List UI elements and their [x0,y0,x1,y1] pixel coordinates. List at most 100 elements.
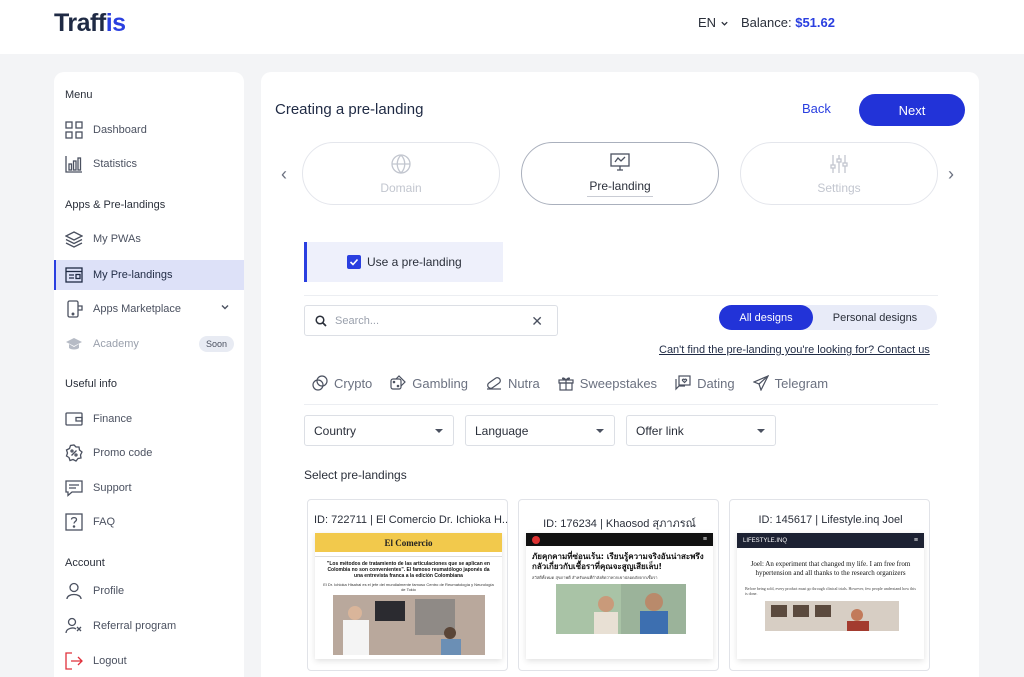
sidebar-item-promo-code[interactable]: Promo code [54,438,244,468]
sidebar-item-referral-program[interactable]: Referral program [54,611,244,641]
use-pre-landing-label: Use a pre-landing [367,255,462,269]
interior-photo [765,601,899,631]
step-settings[interactable]: Settings [740,142,938,205]
category-filters: Crypto Gambling Nutra Sweepstakes Dating… [312,375,828,391]
site-logo-icon [532,535,540,544]
chevron-right-icon[interactable]: › [948,164,954,185]
search-icon [315,314,327,327]
people-photo [556,584,686,634]
step-underline [587,195,653,197]
chat-icon [65,479,83,497]
monitor-icon [609,151,631,173]
step-label: Domain [380,180,422,195]
sidebar-item-label: Apps Marketplace [93,303,182,315]
contact-us-link[interactable]: Can't find the pre-landing you're lookin… [659,344,930,356]
thumb-headline: Joel: An experiment that changed my life… [750,560,911,577]
clear-search-icon[interactable]: ✕ [531,313,543,330]
use-pre-landing-option[interactable]: Use a pre-landing [304,242,503,282]
user-icon [65,582,83,600]
sidebar-item-support[interactable]: Support [54,473,244,503]
chevron-left-icon[interactable]: ‹ [281,164,287,185]
sidebar-item-my-pre-landings[interactable]: My Pre-landings [54,260,244,290]
chevron-down-icon [721,21,728,26]
sidebar-item-label: Finance [93,413,133,425]
design-toggle: All designs Personal designs [719,305,937,330]
logo[interactable]: Traffis [54,9,126,38]
category-telegram[interactable]: Telegram [752,375,828,391]
sidebar-item-finance[interactable]: Finance [54,404,244,434]
bar-chart-icon [65,155,83,173]
layers-icon [65,230,83,248]
sidebar-item-label: Referral program [93,620,177,632]
thumb-subheadline: El Dr. Ichioka Hisahai es el jefe del mu… [323,582,494,592]
pre-landing-card[interactable]: ID: 722711 | El Comercio Dr. Ichioka H..… [307,499,508,671]
top-bar: Traffis EN Balance: $51.62 [0,0,1024,54]
card-caption: ID: 145617 | Lifestyle.inq Joel [758,514,903,526]
thumb-subheadline: Before being sold, every product must go… [745,586,916,596]
language-selector[interactable]: EN [698,15,729,30]
dice-icon [390,375,407,390]
divider [304,404,938,405]
card-thumbnail: LIFESTYLE.INQ ≡ Joel: An experiment that… [737,533,924,659]
category-dating[interactable]: Dating [675,375,735,391]
category-gambling[interactable]: Gambling [390,375,468,391]
sidebar-item-my-pwas[interactable]: My PWAs [54,224,244,254]
sidebar-item-logout[interactable]: Logout [54,646,244,676]
sidebar-section-account: Account [65,557,105,569]
chevron-down-icon[interactable] [220,302,230,315]
balance-value: $51.62 [795,15,835,30]
card-thumbnail: El Comercio "Los métodos de tratamiento … [315,533,502,659]
wallet-icon [65,410,83,428]
caret-down-icon [435,429,443,433]
caret-down-icon [596,429,604,433]
question-icon [65,513,83,531]
tab-personal-designs[interactable]: Personal designs [813,305,937,330]
step-domain[interactable]: Domain [302,142,500,205]
category-crypto[interactable]: Crypto [312,375,372,391]
back-button[interactable]: Back [802,101,831,116]
pre-landing-card[interactable]: ID: 176234 | Khaosod สุภาภรณ์ ≡ ภัยคุกคา… [518,499,719,671]
pre-landing-card[interactable]: ID: 145617 | Lifestyle.inq Joel LIFESTYL… [729,499,930,671]
step-pre-landing[interactable]: Pre-landing [521,142,719,205]
doctor-photo [333,595,485,655]
page-title: Creating a pre-landing [275,101,424,118]
next-button[interactable]: Next [859,94,965,126]
card-thumbnail: ≡ ภัยคุกคามที่ซ่อนเร้น: เรียนรู้ความจริง… [526,533,713,659]
referral-icon [65,617,83,635]
sidebar-item-label: Dashboard [93,124,147,136]
thumb-headline: ภัยคุกคามที่ซ่อนเร้น: เรียนรู้ความจริงอั… [532,552,704,571]
graduation-cap-icon [65,335,83,353]
sidebar-item-profile[interactable]: Profile [54,576,244,606]
crypto-icon [312,375,328,391]
menu-icon: ≡ [913,537,918,544]
offer-link-select[interactable]: Offer link [626,415,776,446]
category-nutra[interactable]: Nutra [486,375,540,391]
sidebar-item-label: Profile [93,585,125,597]
sidebar-item-label: Support [93,482,132,494]
sidebar-item-statistics[interactable]: Statistics [54,149,244,179]
language-select[interactable]: Language [465,415,615,446]
sidebar-item-label: My PWAs [93,233,141,245]
sidebar-item-label: My Pre-landings [93,269,173,281]
sidebar-item-label: Academy [93,338,139,350]
thumb-masthead: LIFESTYLE.INQ [743,537,788,544]
percent-badge-icon [65,444,83,462]
search-input[interactable] [335,314,515,327]
card-caption: ID: 722711 | El Comercio Dr. Ichioka H..… [314,514,508,526]
sidebar-item-faq[interactable]: FAQ [54,507,244,537]
language-label: EN [698,15,717,30]
sidebar-item-dashboard[interactable]: Dashboard [54,115,244,145]
use-pre-landing-checkbox[interactable] [347,255,361,269]
menu-icon: ≡ [702,536,707,543]
thumb-masthead: El Comercio [315,533,502,552]
search-field[interactable]: ✕ [304,305,558,336]
step-label: Settings [817,180,861,195]
country-select[interactable]: Country [304,415,454,446]
step-label: Pre-landing [589,178,651,193]
sidebar-item-apps-marketplace[interactable]: Apps Marketplace [54,294,244,324]
category-sweepstakes[interactable]: Sweepstakes [558,375,657,391]
pill-icon [486,377,501,390]
tab-all-designs[interactable]: All designs [719,305,813,330]
sidebar-item-academy[interactable]: Academy Soon [54,329,244,359]
balance: Balance: $51.62 [741,15,835,30]
